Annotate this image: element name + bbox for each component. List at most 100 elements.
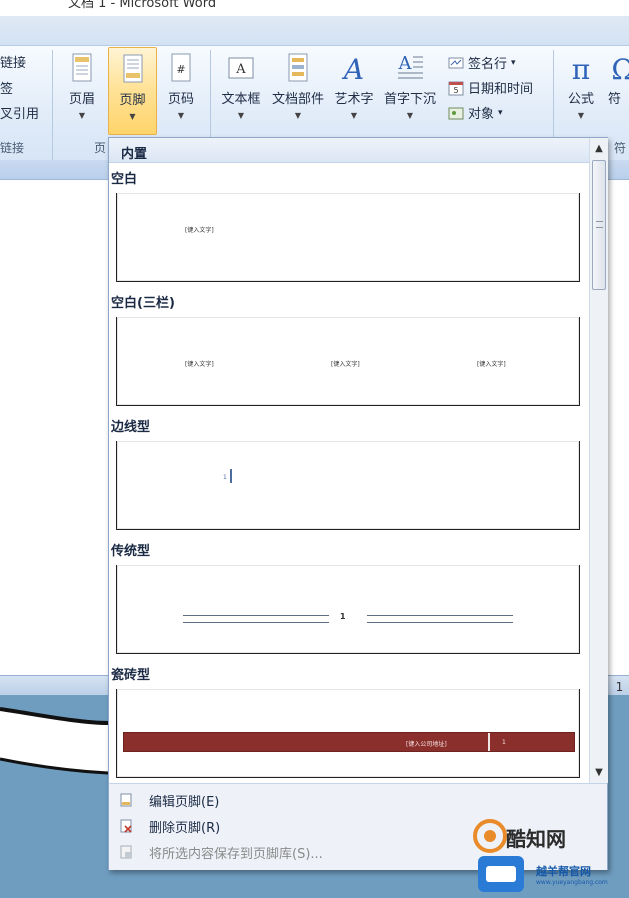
object-item[interactable]: 对象 ▾ xyxy=(448,103,503,122)
footer-preview-tile[interactable]: [键入公司地址] 1 xyxy=(116,689,580,778)
scroll-thumb[interactable] xyxy=(592,160,606,290)
object-icon xyxy=(448,107,464,119)
footer-button-content: 页脚 ▼ xyxy=(109,53,156,121)
drop-cap-icon: A xyxy=(398,53,423,79)
hyperlink-item[interactable]: 链接 xyxy=(0,52,26,71)
wordart-icon: A xyxy=(341,53,364,84)
rule-line xyxy=(183,615,329,616)
calendar-icon: 5 xyxy=(448,81,464,95)
footer-preview-edge[interactable]: 1 xyxy=(116,441,580,530)
page-number-label: 页码 xyxy=(167,92,194,107)
save-to-gallery-label: 将所选内容保存到页脚库(S)... xyxy=(149,846,323,862)
svg-text:Ω: Ω xyxy=(611,53,629,84)
pi-icon: π xyxy=(572,53,590,84)
section-title-edge: 边线型 xyxy=(111,420,151,435)
hyperlink-label: 链接 xyxy=(0,56,27,71)
svg-text:5: 5 xyxy=(453,86,458,95)
chevron-down-icon: ▾ xyxy=(511,57,516,68)
save-gallery-icon xyxy=(120,845,132,859)
object-label: 对象 xyxy=(468,107,495,122)
section-title-tile: 瓷砖型 xyxy=(111,668,151,683)
page-number-text: 1 xyxy=(502,739,506,746)
edge-line xyxy=(230,469,232,483)
gallery-scrollbar[interactable]: ▲ ▼ xyxy=(589,138,608,783)
wordart-label: 艺术字 xyxy=(334,92,374,107)
equation-label: 公式 xyxy=(567,92,594,107)
section-title-blank-three: 空白(三栏) xyxy=(111,296,175,311)
symbol-label: 符 xyxy=(608,92,622,107)
textbox-label: 文本框 xyxy=(221,92,261,107)
cross-reference-item[interactable]: 叉引用 xyxy=(0,103,39,122)
header-button[interactable]: 页眉 ▼ xyxy=(58,52,106,120)
quick-parts-button[interactable]: 文档部件 ▼ xyxy=(267,52,329,120)
date-time-label: 日期和时间 xyxy=(468,82,534,97)
footer-preview-blank[interactable]: [键入文字] xyxy=(116,193,580,282)
header-footer-group-label: 页 xyxy=(94,141,107,155)
window-title: 文档 1 - Microsoft Word xyxy=(68,0,217,11)
grip-icon xyxy=(596,221,603,228)
footer-icon xyxy=(123,54,142,83)
watermark-brand: 酷知网 xyxy=(506,827,566,851)
section-title-traditional: 传统型 xyxy=(111,544,151,559)
date-time-item[interactable]: 5 日期和时间 xyxy=(448,78,533,97)
svg-text:A: A xyxy=(398,53,413,74)
page-number-icon: # xyxy=(171,53,191,82)
tile-divider xyxy=(488,733,490,751)
scroll-down-arrow-icon[interactable]: ▼ xyxy=(590,764,608,782)
chevron-down-icon: ▼ xyxy=(129,112,136,121)
omega-icon: Ω xyxy=(611,53,629,84)
symbol-button[interactable]: Ω 符 xyxy=(608,52,629,107)
equation-button[interactable]: π 公式 ▼ xyxy=(560,52,602,120)
footer-label: 页脚 xyxy=(119,93,146,108)
ribbon-tab-strip xyxy=(0,16,629,46)
company-address-text: [键入公司地址] xyxy=(406,741,447,748)
section-title-blank: 空白 xyxy=(111,172,138,187)
quick-parts-label: 文档部件 xyxy=(271,92,324,107)
edit-footer-icon xyxy=(120,793,132,807)
signature-line-label: 签名行 xyxy=(468,57,508,72)
chevron-down-icon: ▼ xyxy=(237,111,245,120)
delete-footer-label: 删除页脚(R) xyxy=(149,820,221,836)
footer-button[interactable]: 页脚 ▼ xyxy=(108,47,157,135)
watermark-site-url: www.yueyangbang.com xyxy=(536,879,608,886)
wordart-button[interactable]: A 艺术字 ▼ xyxy=(331,52,377,120)
svg-text:A: A xyxy=(235,62,246,77)
links-group-label: 链接 xyxy=(0,141,25,155)
chevron-down-icon: ▼ xyxy=(78,111,86,120)
drop-cap-label: 首字下沉 xyxy=(383,92,436,107)
signature-line-item[interactable]: 签名行 ▾ xyxy=(448,53,516,72)
header-icon xyxy=(72,53,92,82)
chevron-down-icon: ▼ xyxy=(350,111,358,120)
chevron-down-icon: ▼ xyxy=(294,111,302,120)
footer-preview-blank-three[interactable]: [键入文字] [键入文字] [键入文字] xyxy=(116,317,580,406)
title-bar: 文档 1 - Microsoft Word xyxy=(0,0,629,16)
bookmark-label: 签 xyxy=(0,82,14,97)
footer-preview-traditional[interactable]: 1 xyxy=(116,565,580,654)
signature-icon xyxy=(448,57,464,68)
gallery-header-label: 内置 xyxy=(121,147,148,162)
svg-text:#: # xyxy=(176,63,185,76)
page-number-text: 1 xyxy=(340,612,346,621)
drop-cap-button[interactable]: A 首字下沉 ▼ xyxy=(380,52,440,120)
placeholder-text: [键入文字] xyxy=(185,361,214,368)
chevron-down-icon: ▼ xyxy=(577,111,585,120)
delete-footer-icon xyxy=(120,819,132,833)
header-label: 页眉 xyxy=(68,92,95,107)
textbox-button[interactable]: A 文本框 ▼ xyxy=(216,52,266,120)
symbols-group-label: 符 xyxy=(614,141,627,155)
page-number-button[interactable]: # 页码 ▼ xyxy=(157,52,205,120)
watermark-site-name: 越羊帮官网 xyxy=(536,865,591,878)
placeholder-text: [键入文字] xyxy=(331,361,360,368)
chevron-down-icon: ▼ xyxy=(177,111,185,120)
edit-footer-label: 编辑页脚(E) xyxy=(149,794,220,810)
chevron-down-icon: ▼ xyxy=(406,111,414,120)
placeholder-text: [键入文字] xyxy=(185,227,214,234)
watermark: 酷知网 越羊帮官网 www.yueyangbang.com xyxy=(440,800,629,898)
rule-line xyxy=(183,622,329,623)
bookmark-item[interactable]: 签 xyxy=(0,78,13,97)
right-tab[interactable]: 1 xyxy=(610,680,629,698)
page-number-text: 1 xyxy=(223,474,227,481)
scroll-up-arrow-icon[interactable]: ▲ xyxy=(590,140,608,158)
chevron-down-icon: ▾ xyxy=(498,107,503,118)
cross-reference-label: 叉引用 xyxy=(0,107,40,122)
